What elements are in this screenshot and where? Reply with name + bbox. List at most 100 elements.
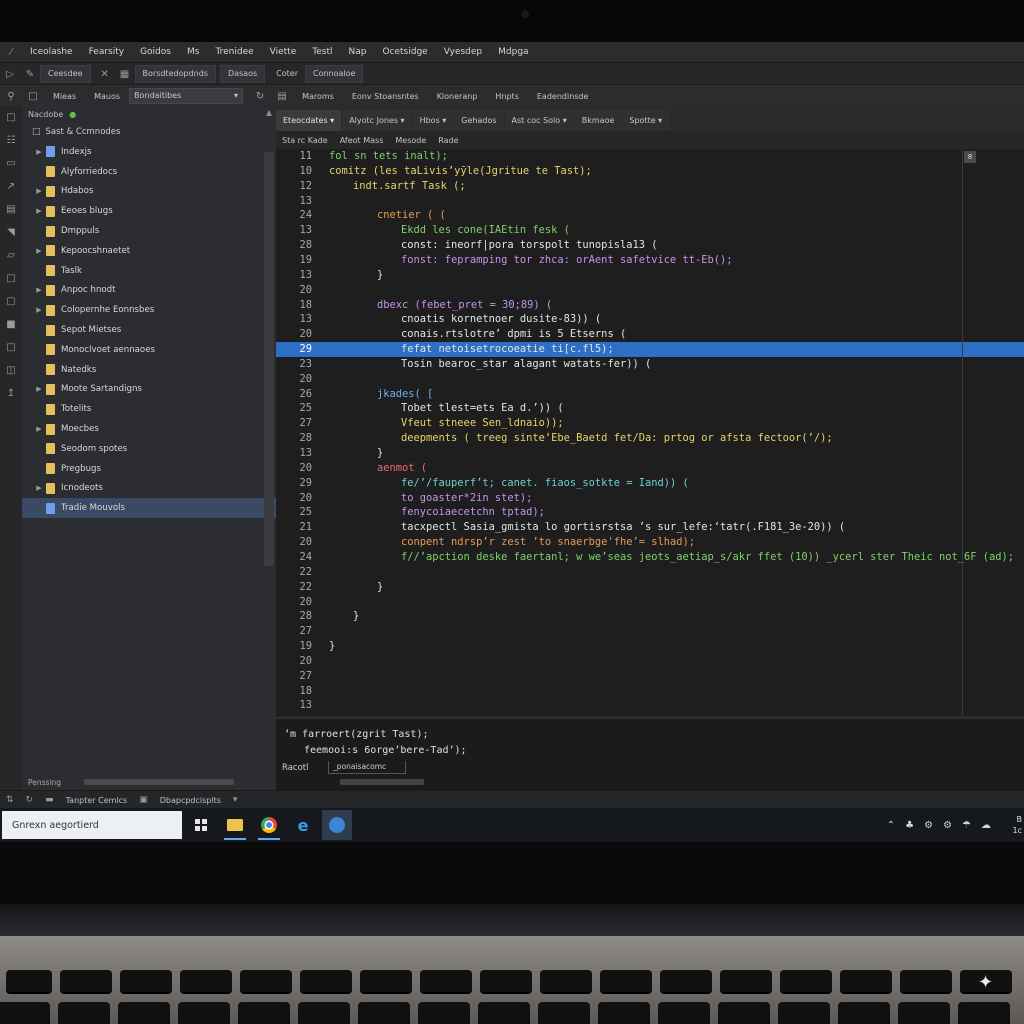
toolbar-button[interactable]: Dasaos	[219, 65, 266, 83]
toolbar-button[interactable]: Maroms	[293, 92, 343, 101]
tree-item[interactable]: ▶ Colopernhe Eonnsbes	[22, 300, 276, 320]
code-line[interactable]: 11 fol sn tets inalt);	[276, 149, 1024, 164]
toolbar-button[interactable]: Hnpts	[486, 92, 527, 101]
files-icon[interactable]: □	[0, 106, 22, 129]
code-line[interactable]: 20	[276, 283, 1024, 298]
status-item[interactable]: Tanpter Cemlcs	[60, 796, 134, 805]
code-line[interactable]: 20 conpent ndrspʼr zest ʼto snaerbge'fheʼ…	[276, 535, 1024, 550]
menu-item[interactable]: Mdpga	[490, 47, 536, 57]
code-line[interactable]: 25 fenycoiaecetchn tptad);	[276, 505, 1024, 520]
status-item[interactable]: Dbapcpdcisplts	[154, 796, 227, 805]
editor-tab[interactable]: Gehados	[454, 110, 504, 131]
play-icon[interactable]: ▷	[0, 69, 20, 80]
code-line[interactable]: 20 conais.rtslotreʼ dpmi is 5 Etserns (	[276, 327, 1024, 342]
list-icon[interactable]: ▤	[271, 91, 293, 102]
tray-clock[interactable]: B 1c	[1013, 814, 1023, 836]
chevron-right-icon[interactable]: ▶	[32, 247, 46, 255]
code-line[interactable]: 22	[276, 565, 1024, 580]
tree-item[interactable]: Natedks	[22, 360, 276, 380]
editor-tab[interactable]: Bkmaoe	[574, 110, 622, 131]
chevron-right-icon[interactable]: ▶	[32, 286, 46, 294]
debug-icon[interactable]: ↗	[0, 175, 22, 198]
start-button[interactable]	[186, 810, 216, 840]
editor-tab[interactable]: Ast coc Solo ▾	[504, 110, 574, 131]
window-icon[interactable]: □	[22, 91, 44, 102]
menu-item[interactable]: Goidos	[132, 47, 179, 57]
code-line[interactable]: 12 indt.sartf Task (;	[276, 179, 1024, 194]
chevron-right-icon[interactable]: ▶	[32, 187, 46, 195]
menu-item[interactable]: Fearsity	[81, 47, 132, 57]
toolbar-button[interactable]: Eonv Stoansntes	[343, 92, 428, 101]
code-line[interactable]: 18	[276, 684, 1024, 699]
code-line[interactable]: 20	[276, 595, 1024, 610]
code-line[interactable]: 27 Vfeut stneee Sen_ldnaio));	[276, 416, 1024, 431]
chrome-app[interactable]	[254, 810, 284, 840]
toolbar-button[interactable]: Kloneranp	[428, 92, 487, 101]
code-line[interactable]: 20 to goaster*2in stet);	[276, 491, 1024, 506]
test-icon[interactable]: □	[0, 336, 22, 359]
toolbar-button[interactable]: Mauos	[85, 92, 129, 101]
editor-tab[interactable]: Eteocdates ▾	[276, 110, 342, 131]
code-line[interactable]: 27	[276, 624, 1024, 639]
menu-item[interactable]: Ms	[179, 47, 207, 57]
editor-tab[interactable]: Spotte ▾	[622, 110, 670, 131]
code-line[interactable]: 13}	[276, 446, 1024, 461]
tree-item[interactable]: ▶ Kepoocshnaetet	[22, 241, 276, 261]
menu-item[interactable]: Ocetsidge	[374, 47, 435, 57]
active-app[interactable]	[322, 810, 352, 840]
tree-item[interactable]: ▶ Hdabos	[22, 182, 276, 202]
code-line[interactable]: 25 Tobet tlest=ets Ea d.ʼ)) (	[276, 401, 1024, 416]
copy-icon[interactable]: ◫	[0, 359, 22, 382]
toolbar-button[interactable]: Mieas	[44, 92, 85, 101]
code-line[interactable]: 26 jkades( [	[276, 387, 1024, 402]
code-line[interactable]: 21 tacxpectl Sasia_gmista lo gortisrstsa …	[276, 520, 1024, 535]
chevron-right-icon[interactable]: ▶	[32, 484, 46, 492]
toolbar-button[interactable]: Eadendinsde	[528, 92, 598, 101]
code-line[interactable]: 18 dbexc (febet_pret = 30;89) (	[276, 298, 1024, 313]
chevron-right-icon[interactable]: ▶	[32, 306, 46, 314]
branch-icon[interactable]: ⇅	[0, 795, 20, 805]
grid-icon[interactable]: ▦	[115, 69, 135, 80]
tree-item[interactable]: ▶ Moecbes	[22, 419, 276, 439]
code-line[interactable]: 20	[276, 654, 1024, 669]
chevron-down-icon[interactable]: ▾	[227, 795, 244, 805]
minimap-toggle[interactable]: 8	[964, 151, 976, 163]
chevron-up-icon[interactable]: ⌃	[882, 820, 900, 831]
tree-item[interactable]: Alyforriedocs	[22, 162, 276, 182]
menu-item[interactable]: Vyesdep	[436, 47, 490, 57]
search-icon[interactable]: ⚲	[0, 91, 22, 102]
code-line[interactable]: 23 Tosin bearoc_star alagant watats-fer))…	[276, 357, 1024, 372]
pen-icon[interactable]: ✎	[20, 69, 40, 80]
new-file-icon[interactable]: ●	[69, 110, 76, 119]
breadcrumb-item[interactable]: Sta rc Kade	[276, 136, 334, 145]
search-icon[interactable]: ☷	[0, 129, 22, 152]
menu-item[interactable]: Nap	[340, 47, 374, 57]
editor-tab[interactable]: Hbos ▾	[412, 110, 454, 131]
folder-icon[interactable]: ▬	[39, 795, 60, 805]
chevron-right-icon[interactable]: ▶	[32, 207, 46, 215]
collapse-icon[interactable]: ▲	[266, 108, 272, 117]
tree-item[interactable]: Totelits	[22, 399, 276, 419]
chat-icon[interactable]: ☁	[976, 820, 996, 831]
menu-item[interactable]: Trenidee	[207, 47, 261, 57]
toolbar-button[interactable]: Coter	[269, 66, 305, 82]
code-line[interactable]: 13	[276, 698, 1024, 713]
tree-item[interactable]: ▶ Indexjs	[22, 142, 276, 162]
settings-icon[interactable]: ◥	[0, 221, 22, 244]
settings-icon[interactable]: ⚙	[919, 820, 938, 831]
chevron-right-icon[interactable]: ▶	[32, 148, 46, 156]
menu-item[interactable]: Iceolashe	[22, 47, 81, 57]
breadcrumb-item[interactable]: Rade	[432, 136, 464, 145]
tree-item[interactable]: ▶ Icnodeots	[22, 479, 276, 499]
tree-item[interactable]: Monoclvoet aennaoes	[22, 340, 276, 360]
code-line[interactable]: 13}	[276, 268, 1024, 283]
code-line[interactable]: 28}	[276, 609, 1024, 624]
code-line[interactable]: 13 Ekdd les cone(IAEtin fesk (	[276, 223, 1024, 238]
file-explorer-app[interactable]	[220, 810, 250, 840]
code-line[interactable]: 19 fonst: fepramping tor zhca: orAent saf…	[276, 253, 1024, 268]
tree-item[interactable]: Seodom spotes	[22, 439, 276, 459]
terminal-input[interactable]: _ponaisacomc	[328, 761, 406, 774]
code-line[interactable]: 28 const: ineorf|pora torspolt tunopisla1…	[276, 238, 1024, 253]
menu-item[interactable]: Testl	[304, 47, 340, 57]
explorer-scrollbar[interactable]	[264, 152, 274, 566]
